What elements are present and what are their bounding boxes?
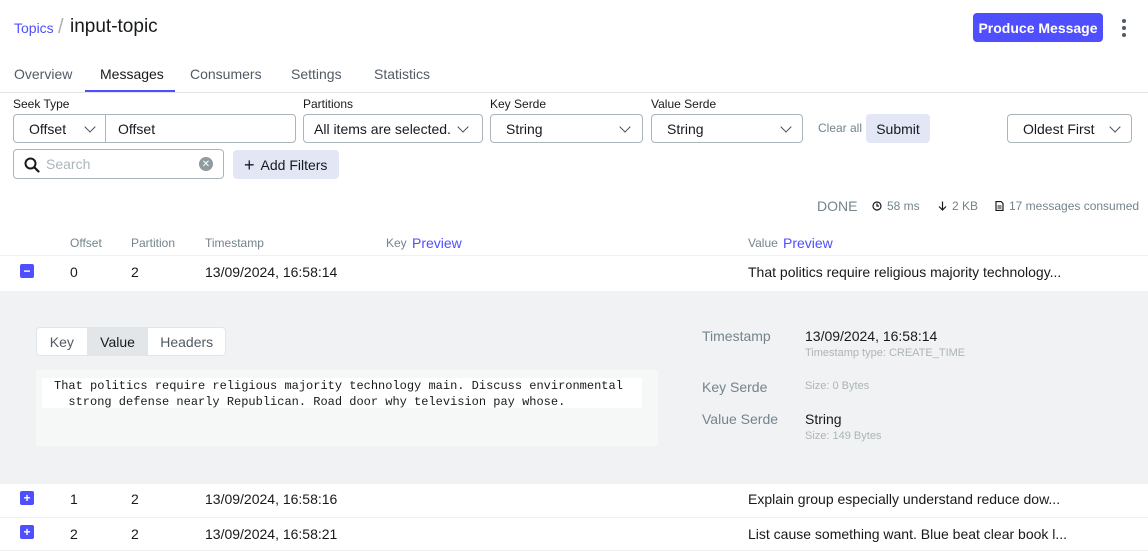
document-icon xyxy=(995,201,1004,211)
tab-messages[interactable]: Messages xyxy=(100,66,164,82)
size-value: 2 KB xyxy=(952,199,979,213)
seek-offset-value: Offset xyxy=(118,120,156,137)
active-tab-indicator xyxy=(85,90,175,92)
breadcrumb-topics-link[interactable]: Topics xyxy=(14,20,54,36)
status-consumed: 17 messages consumed xyxy=(995,199,1139,213)
key-preview-link[interactable]: Preview xyxy=(412,235,462,251)
column-header-key: Key xyxy=(386,236,407,250)
collapse-row-icon[interactable]: − xyxy=(20,264,34,278)
add-filters-label: Add Filters xyxy=(260,156,328,173)
row-divider xyxy=(0,550,1148,551)
row-offset: 0 xyxy=(70,264,78,280)
key-serde-size: Size: 0 Bytes xyxy=(805,380,870,392)
breadcrumb-separator: / xyxy=(58,16,64,38)
key-serde-select[interactable]: String xyxy=(490,114,643,143)
clear-all-button[interactable]: Clear all xyxy=(818,121,862,135)
column-header-timestamp: Timestamp xyxy=(205,236,264,250)
chevron-down-icon xyxy=(780,121,792,133)
value-preview-link[interactable]: Preview xyxy=(783,235,833,251)
row-divider xyxy=(0,255,1148,256)
value-serde-value: String xyxy=(667,120,704,137)
search-input[interactable] xyxy=(46,150,196,178)
consumed-value: 17 messages consumed xyxy=(1009,199,1140,213)
row-value: List cause something want. Blue beat cle… xyxy=(748,526,1068,542)
partitions-select[interactable]: All items are selected. xyxy=(303,114,483,143)
produce-message-button[interactable]: Produce Message xyxy=(973,13,1103,42)
row-timestamp: 13/09/2024, 16:58:14 xyxy=(205,264,338,280)
elapsed-value: 58 ms xyxy=(887,199,920,213)
arrow-down-icon xyxy=(938,201,947,211)
status-elapsed: 58 ms xyxy=(872,199,920,213)
detail-tab-value[interactable]: Value xyxy=(87,328,149,355)
partitions-value: All items are selected. xyxy=(314,120,451,137)
chevron-down-icon xyxy=(1109,121,1121,133)
seek-offset-input[interactable]: Offset xyxy=(105,114,296,143)
clock-icon xyxy=(872,201,882,211)
column-header-partition: Partition xyxy=(131,236,176,250)
submit-button[interactable]: Submit xyxy=(866,114,930,143)
page-title: input-topic xyxy=(70,16,158,37)
column-header-value: Value xyxy=(748,236,778,250)
timestamp-value: 13/09/2024, 16:58:14 xyxy=(805,328,938,344)
row-value: Explain group especially understand redu… xyxy=(748,491,1061,507)
row-timestamp: 13/09/2024, 16:58:21 xyxy=(205,526,338,542)
row-partition: 2 xyxy=(131,264,139,280)
sort-order-select[interactable]: Oldest First xyxy=(1007,114,1132,143)
tab-overview[interactable]: Overview xyxy=(14,66,72,82)
row-partition: 2 xyxy=(131,491,139,507)
expand-row-icon[interactable]: + xyxy=(20,491,34,505)
row-offset: 2 xyxy=(70,526,78,542)
value-serde-label: Value Serde xyxy=(651,97,717,111)
chevron-down-icon xyxy=(84,121,96,133)
row-divider xyxy=(0,517,1148,518)
sort-order-value: Oldest First xyxy=(1023,120,1095,137)
expand-row-icon[interactable]: + xyxy=(20,525,34,539)
column-header-offset: Offset xyxy=(70,236,102,250)
seek-type-select[interactable]: Offset xyxy=(13,114,106,143)
message-detail-tabs: Key Value Headers xyxy=(36,327,226,356)
partitions-label: Partitions xyxy=(303,97,354,111)
value-serde-size: Size: 149 Bytes xyxy=(805,430,882,442)
more-options-icon[interactable] xyxy=(1118,18,1130,38)
chevron-down-icon xyxy=(619,121,631,133)
timestamp-type: Timestamp type: CREATE_TIME xyxy=(805,347,966,359)
tabs-divider xyxy=(0,92,1148,93)
value-serde-detail-value: String xyxy=(805,411,842,427)
tab-consumers[interactable]: Consumers xyxy=(190,66,262,82)
value-serde-select[interactable]: String xyxy=(651,114,803,143)
chevron-down-icon xyxy=(457,121,469,133)
add-filters-button[interactable]: + Add Filters xyxy=(233,150,339,179)
plus-icon: + xyxy=(244,154,255,175)
key-serde-value: String xyxy=(506,120,543,137)
tab-statistics[interactable]: Statistics xyxy=(374,66,430,82)
timestamp-label: Timestamp xyxy=(702,328,771,344)
row-value: That politics require religious majority… xyxy=(748,264,1062,280)
status-state: DONE xyxy=(817,198,858,214)
tab-settings[interactable]: Settings xyxy=(291,66,342,82)
key-serde-label: Key Serde xyxy=(490,97,547,111)
row-partition: 2 xyxy=(131,526,139,542)
search-icon xyxy=(24,157,40,173)
seek-type-label: Seek Type xyxy=(13,97,70,111)
detail-tab-headers[interactable]: Headers xyxy=(148,328,225,355)
detail-tab-key[interactable]: Key xyxy=(37,328,88,355)
seek-type-value: Offset xyxy=(29,120,67,137)
row-timestamp: 13/09/2024, 16:58:16 xyxy=(205,491,338,507)
clear-search-icon[interactable]: ✕ xyxy=(199,157,213,171)
row-divider xyxy=(0,483,1148,484)
status-size: 2 KB xyxy=(938,199,978,213)
value-serde-detail-label: Value Serde xyxy=(702,411,779,427)
row-offset: 1 xyxy=(70,491,78,507)
message-content-text[interactable]: That politics require religious majority… xyxy=(42,378,642,409)
key-serde-detail-label: Key Serde xyxy=(702,379,768,395)
